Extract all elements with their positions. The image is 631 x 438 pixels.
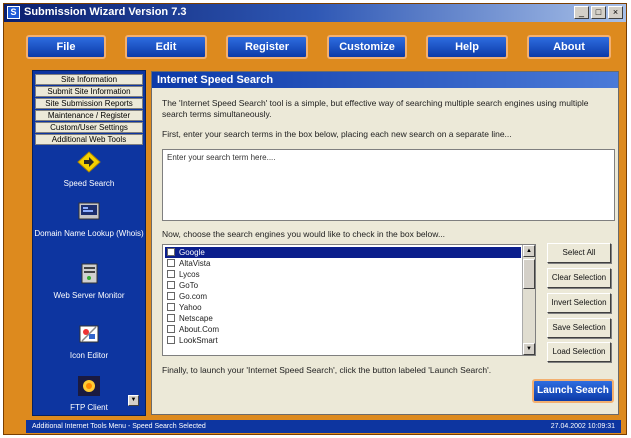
sidebar-tab-custom-user-settings[interactable]: Custom/User Settings — [35, 122, 143, 133]
sidebar: Site Information Submit Site Information… — [32, 70, 146, 416]
clear-selection-button[interactable]: Clear Selection — [547, 268, 611, 288]
window-title: Submission Wizard Version 7.3 — [24, 6, 187, 18]
status-bar: Additional Internet Tools Menu - Speed S… — [26, 420, 621, 433]
sidebar-tab-site-submission-reports[interactable]: Site Submission Reports — [35, 98, 143, 109]
close-button[interactable]: × — [608, 6, 623, 19]
app-logo-icon: S — [7, 6, 20, 19]
scroll-up-icon[interactable]: ▲ — [523, 245, 535, 257]
step2-text: Now, choose the search engines you would… — [162, 229, 446, 239]
minimize-button[interactable]: _ — [574, 6, 589, 19]
checkbox[interactable] — [167, 325, 175, 333]
status-text: Additional Internet Tools Menu - Speed S… — [32, 423, 206, 430]
list-item[interactable]: AltaVista — [165, 258, 521, 269]
checkbox[interactable] — [167, 259, 175, 267]
launch-search-button[interactable]: Launch Search — [532, 379, 614, 403]
icon-editor-icon — [79, 325, 99, 343]
scroll-down-icon[interactable]: ▼ — [523, 343, 535, 355]
tool-label: Speed Search — [63, 179, 115, 188]
list-item[interactable]: LookSmart — [165, 335, 521, 346]
main-panel: Internet Speed Search The 'Internet Spee… — [151, 71, 619, 415]
step3-text: Finally, to launch your 'Internet Speed … — [162, 365, 492, 375]
title-bar[interactable]: S Submission Wizard Version 7.3 _ □ × — [4, 4, 626, 22]
panel-title: Internet Speed Search — [152, 72, 618, 88]
status-datetime: 27.04.2002 10:09:31 — [550, 423, 615, 430]
ftp-icon — [78, 376, 100, 396]
monitor-icon — [81, 263, 98, 284]
checkbox[interactable] — [167, 270, 175, 278]
search-engine-list[interactable]: Google AltaVista Lycos GoTo Go.com Yahoo… — [162, 244, 536, 356]
menu-bar: File Edit Register Customize Help About — [12, 35, 618, 61]
tool-domain-name-lookup[interactable]: Domain Name Lookup (Whois) — [33, 201, 145, 239]
search-terms-input[interactable]: Enter your search term here.... — [162, 149, 615, 221]
list-item[interactable]: GoTo — [165, 280, 521, 291]
menu-file[interactable]: File — [26, 35, 106, 59]
checkbox[interactable] — [167, 281, 175, 289]
checkbox[interactable] — [167, 314, 175, 322]
list-item[interactable]: Google — [165, 247, 521, 258]
list-scrollbar[interactable]: ▲ ▼ — [522, 245, 535, 355]
tool-label: Domain Name Lookup (Whois) — [34, 229, 144, 238]
menu-about[interactable]: About — [527, 35, 611, 59]
invert-selection-button[interactable]: Invert Selection — [547, 293, 611, 313]
tool-ftp-client[interactable]: FTP Client — [33, 375, 145, 413]
menu-register[interactable]: Register — [226, 35, 308, 59]
menu-edit[interactable]: Edit — [125, 35, 207, 59]
app-window: S Submission Wizard Version 7.3 _ □ × Fi… — [3, 3, 627, 435]
list-item[interactable]: About.Com — [165, 324, 521, 335]
arrow-icon — [77, 151, 101, 173]
sidebar-tab-submit-site-information[interactable]: Submit Site Information — [35, 86, 143, 97]
tool-speed-search[interactable]: Speed Search — [33, 151, 145, 189]
tool-label: Icon Editor — [69, 351, 109, 360]
sidebar-scroll-down-button[interactable]: ▼ — [128, 395, 139, 406]
lookup-icon — [78, 202, 100, 220]
tool-icon-editor[interactable]: Icon Editor — [33, 323, 145, 361]
select-all-button[interactable]: Select All — [547, 243, 611, 263]
menu-help[interactable]: Help — [426, 35, 508, 59]
sidebar-tab-maintenance-register[interactable]: Maintenance / Register — [35, 110, 143, 121]
checkbox[interactable] — [167, 303, 175, 311]
checkbox[interactable] — [167, 292, 175, 300]
tool-label: Web Server Monitor — [53, 291, 125, 300]
window-controls: _ □ × — [574, 6, 623, 19]
step1-text: First, enter your search terms in the bo… — [162, 129, 512, 139]
sidebar-tab-additional-web-tools[interactable]: Additional Web Tools — [35, 134, 143, 145]
save-selection-button[interactable]: Save Selection — [547, 318, 611, 338]
scroll-thumb[interactable] — [523, 259, 535, 289]
list-item[interactable]: Yahoo — [165, 302, 521, 313]
load-selection-button[interactable]: Load Selection — [547, 342, 611, 362]
description-text: The 'Internet Speed Search' tool is a si… — [162, 98, 589, 119]
maximize-button[interactable]: □ — [591, 6, 606, 19]
sidebar-tab-site-information[interactable]: Site Information — [35, 74, 143, 85]
checkbox[interactable] — [167, 336, 175, 344]
checkbox[interactable] — [167, 248, 175, 256]
list-item[interactable]: Go.com — [165, 291, 521, 302]
list-item[interactable]: Lycos — [165, 269, 521, 280]
tool-web-server-monitor[interactable]: Web Server Monitor — [33, 263, 145, 301]
menu-customize[interactable]: Customize — [327, 35, 407, 59]
list-item[interactable]: Netscape — [165, 313, 521, 324]
